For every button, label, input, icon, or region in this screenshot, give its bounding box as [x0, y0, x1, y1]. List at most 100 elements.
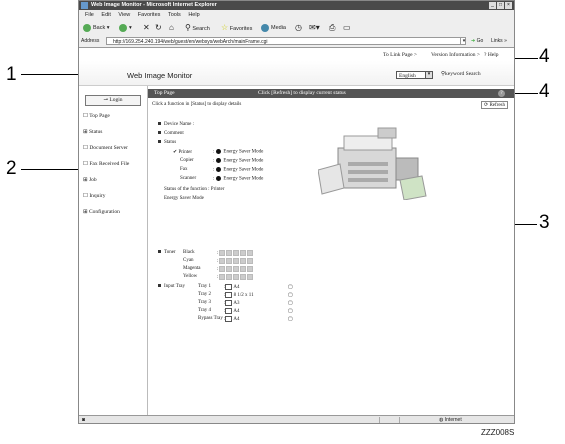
- sidebar-item-inquiry[interactable]: ☐ Inquiry: [83, 193, 106, 199]
- stop-icon[interactable]: ✕: [143, 23, 150, 33]
- toner-black: Black:: [183, 250, 254, 256]
- sidebar-item-top-page[interactable]: ☐ Top Page: [83, 113, 110, 119]
- content-title-bar: Top Page Click [Refresh] to display curr…: [148, 89, 514, 98]
- tray-row: Tray 1: A4 ▢: [198, 284, 293, 291]
- sidebar-item-fax-received-file[interactable]: ☐ Fax Received File: [83, 161, 129, 167]
- tray-icon: [225, 292, 233, 298]
- document-icon: ☐: [83, 145, 88, 151]
- sidebar-item-status[interactable]: ⊞ Status: [83, 129, 102, 135]
- device-name-label: Device Name :: [158, 122, 194, 127]
- tray-row: Tray 4: A4 ▢: [198, 308, 293, 315]
- maximize-button[interactable]: □: [497, 2, 504, 9]
- refresh-hint: Click [Refresh] to display current statu…: [258, 90, 346, 96]
- search-icon: ⚲: [185, 23, 191, 32]
- minimize-button[interactable]: _: [489, 2, 496, 9]
- browser-window: Web Image Monitor - Microsoft Internet E…: [78, 0, 515, 424]
- forward-arrow-icon: [119, 23, 127, 32]
- globe-icon: ◍: [439, 417, 444, 423]
- status-dot-icon: [216, 149, 222, 154]
- history-icon[interactable]: ◷: [295, 23, 302, 33]
- media-button[interactable]: Media: [261, 23, 286, 33]
- job-icon: ⊞: [83, 177, 88, 183]
- browser-toolbar: Back ▾ ▾ ✕ ↻ ⌂ ⚲ Search ☆ Favorites Medi…: [79, 20, 514, 37]
- function-row-copier[interactable]: Copier: Energy Saver Mode: [180, 158, 263, 164]
- back-arrow-icon: [83, 23, 91, 32]
- figure-code: ZZZ008S: [481, 428, 515, 437]
- content-title: Top Page: [154, 90, 175, 96]
- function-row-fax[interactable]: Fax: Energy Saver Mode: [180, 167, 263, 173]
- forward-button[interactable]: ▾: [119, 23, 132, 33]
- status-of-function: Status of the function : Printer: [164, 187, 225, 192]
- go-button[interactable]: ➜ Go: [471, 36, 483, 47]
- edit-icon[interactable]: ▭: [343, 23, 351, 33]
- chevron-down-icon: ▾: [425, 72, 432, 78]
- main-content: Click a function in [Status] to display …: [148, 98, 514, 416]
- menu-edit[interactable]: Edit: [101, 12, 110, 18]
- function-row-scanner[interactable]: Scanner: Energy Saver Mode: [180, 176, 263, 182]
- tray-icon: [225, 308, 233, 314]
- tray-row: Tray 3: A3 ▢: [198, 300, 293, 307]
- callout-4-help-icon-line: [514, 93, 538, 94]
- toner-yellow: Yellow:: [183, 274, 254, 280]
- menu-favorites[interactable]: Favorites: [138, 12, 161, 18]
- sidebar-item-configuration[interactable]: ⊞ Configuration: [83, 209, 120, 215]
- callout-4-help-line: [514, 58, 538, 59]
- version-info-link[interactable]: Version Information >: [431, 49, 480, 61]
- callout-1: 1: [6, 64, 17, 85]
- mail-icon[interactable]: ✉▾: [309, 23, 320, 33]
- toner-cyan: Cyan:: [183, 258, 254, 264]
- top-links: To Link Page > Version Information > ? H…: [79, 49, 514, 61]
- page-status-icon: ◙: [82, 417, 86, 423]
- favorites-button[interactable]: ☆ Favorites: [221, 23, 252, 33]
- key-icon: ⊸: [103, 97, 109, 103]
- function-row-printer[interactable]: ✔ Printer: Energy Saver Mode: [173, 149, 263, 155]
- back-button[interactable]: Back ▾: [83, 23, 110, 33]
- search-button[interactable]: ⚲ Search: [185, 23, 210, 33]
- keyword-search-link[interactable]: ⚲keyword Search: [441, 71, 481, 77]
- help-link[interactable]: ? Help: [484, 49, 499, 61]
- menu-view[interactable]: View: [118, 12, 130, 18]
- callout-4-help-icon: 4: [539, 81, 550, 102]
- fax-file-icon: ☐: [83, 161, 88, 167]
- address-dropdown-icon[interactable]: ▾: [460, 37, 467, 44]
- address-input[interactable]: http://169.254.240.194/web/guest/en/webs…: [106, 37, 466, 45]
- home-icon[interactable]: ⌂: [169, 23, 174, 33]
- callout-4-help: 4: [539, 46, 550, 67]
- status-dot-icon: [216, 167, 222, 172]
- paper-icon: ▢: [288, 293, 293, 298]
- refresh-icon[interactable]: ↻: [155, 23, 162, 33]
- menu-file[interactable]: File: [85, 12, 94, 18]
- instruction-text: Click a function in [Status] to display …: [152, 102, 242, 107]
- menu-tools[interactable]: Tools: [168, 12, 181, 18]
- title-bar: Web Image Monitor - Microsoft Internet E…: [79, 1, 514, 10]
- toner-label: Toner: [158, 250, 176, 255]
- link-page-link[interactable]: To Link Page >: [383, 49, 417, 61]
- comment-label: Comment: [158, 131, 184, 136]
- address-bar: Address http://169.254.240.194/web/guest…: [79, 36, 514, 48]
- ie-icon: [81, 2, 88, 9]
- address-label: Address: [81, 38, 100, 44]
- paper-icon: ▢: [288, 285, 293, 290]
- refresh-icon: ⟳: [484, 103, 489, 108]
- sidebar: ⊸ Login ☐ Top Page ⊞ Status ☐ Document S…: [79, 86, 148, 416]
- login-button[interactable]: ⊸ Login: [85, 95, 141, 106]
- paper-icon: ▢: [288, 317, 293, 322]
- refresh-button[interactable]: ⟳ Refresh: [481, 101, 509, 109]
- language-select[interactable]: English ▾: [396, 71, 433, 79]
- star-icon: ☆: [221, 23, 229, 32]
- tray-icon: [225, 284, 233, 290]
- configuration-icon: ⊞: [83, 209, 88, 215]
- callout-2: 2: [6, 158, 17, 179]
- callout-1-line: [21, 74, 81, 75]
- sidebar-item-job[interactable]: ⊞ Job: [83, 177, 97, 183]
- links-button[interactable]: Links »: [491, 36, 507, 47]
- close-button[interactable]: ×: [505, 2, 512, 9]
- help-icon[interactable]: ?: [498, 90, 505, 97]
- menu-help[interactable]: Help: [188, 12, 199, 18]
- status-dot-icon: [216, 158, 222, 163]
- status-dot-icon: [216, 176, 222, 181]
- print-icon[interactable]: ⎙: [329, 23, 335, 33]
- checkmark-icon: ✔: [173, 150, 178, 155]
- tray-icon: [225, 300, 233, 306]
- sidebar-item-document-server[interactable]: ☐ Document Server: [83, 145, 128, 151]
